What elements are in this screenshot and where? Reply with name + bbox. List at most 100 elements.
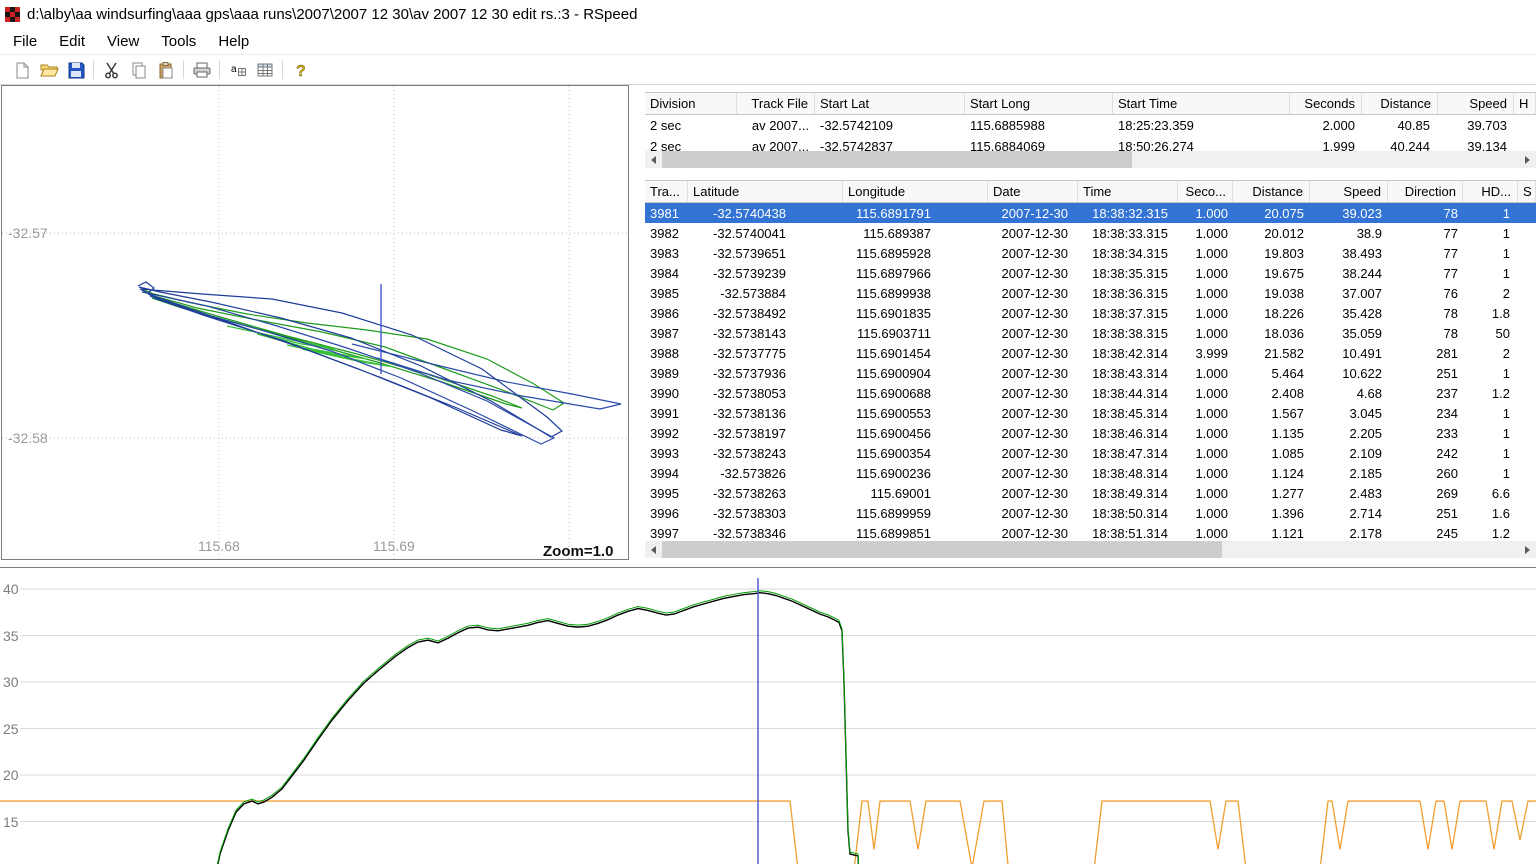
y-tick-label: 35: [3, 628, 19, 644]
table-row[interactable]: 3991-32.5738136115.69005532007-12-3018:3…: [645, 403, 1536, 423]
table-row[interactable]: 3987-32.5738143115.69037112007-12-3018:3…: [645, 323, 1536, 343]
cell: 3988: [645, 346, 688, 361]
column-header[interactable]: Distance: [1362, 93, 1438, 114]
cell: 18:38:49.314: [1078, 486, 1178, 501]
cell: 2.714: [1310, 506, 1388, 521]
track-map[interactable]: [2, 86, 628, 559]
cell: 1.6: [1463, 506, 1518, 521]
cell: 40.244: [1362, 139, 1438, 151]
column-header[interactable]: Seco...: [1178, 181, 1233, 202]
table-row[interactable]: 3997-32.5738346115.68998512007-12-3018:3…: [645, 523, 1536, 542]
cell: 39.023: [1310, 206, 1388, 221]
speed-chart-panel[interactable]: 403530252015: [0, 567, 1536, 864]
menu-bar: FileEditViewToolsHelp: [0, 28, 1536, 54]
copy-button[interactable]: [125, 57, 152, 83]
help-button[interactable]: ?: [287, 57, 314, 83]
cell: 115.6900553: [843, 406, 988, 421]
cell: 3984: [645, 266, 688, 281]
table-row[interactable]: 3984-32.5739239115.68979662007-12-3018:3…: [645, 263, 1536, 283]
table-row[interactable]: 3992-32.5738197115.69004562007-12-3018:3…: [645, 423, 1536, 443]
scrollbar-thumb[interactable]: [662, 151, 1132, 168]
menu-edit[interactable]: Edit: [48, 31, 96, 52]
toolbar: a?: [0, 54, 1536, 85]
table-row[interactable]: 3981-32.5740438115.68917912007-12-3018:3…: [645, 203, 1536, 223]
paste-button[interactable]: [152, 57, 179, 83]
cell: 1.000: [1178, 406, 1233, 421]
scrollbar-thumb[interactable]: [662, 541, 1222, 558]
column-header[interactable]: Speed: [1310, 181, 1388, 202]
menu-view[interactable]: View: [96, 31, 150, 52]
print-button[interactable]: [188, 57, 215, 83]
cell: 1.8: [1463, 306, 1518, 321]
cell: 1.999: [1290, 139, 1362, 151]
cell: 1.000: [1178, 326, 1233, 341]
column-header[interactable]: S: [1518, 181, 1536, 202]
cell: 3985: [645, 286, 688, 301]
points-hscrollbar[interactable]: [645, 541, 1536, 558]
cell: -32.5739239: [688, 266, 843, 281]
cell: 2007-12-30: [988, 326, 1078, 341]
scroll-left-button[interactable]: [645, 151, 662, 168]
table-row[interactable]: 2 secav 2007...-32.5742837115.688406918:…: [645, 136, 1536, 151]
table-row[interactable]: 3983-32.5739651115.68959282007-12-3018:3…: [645, 243, 1536, 263]
table-row[interactable]: 3988-32.5737775115.69014542007-12-3018:3…: [645, 343, 1536, 363]
superscript-a-button[interactable]: a: [224, 57, 251, 83]
column-header[interactable]: Start Time: [1113, 93, 1290, 114]
column-header[interactable]: Seconds: [1290, 93, 1362, 114]
y-tick-label: 40: [3, 581, 19, 597]
cell: 18:38:44.314: [1078, 386, 1178, 401]
scroll-right-button[interactable]: [1519, 151, 1536, 168]
column-header[interactable]: Distance: [1233, 181, 1310, 202]
division-hscrollbar[interactable]: [645, 151, 1536, 168]
table-row[interactable]: 2 secav 2007...-32.5742109115.688598818:…: [645, 115, 1536, 136]
scroll-left-button[interactable]: [645, 541, 662, 558]
menu-file[interactable]: File: [2, 31, 48, 52]
column-header[interactable]: Time: [1078, 181, 1178, 202]
column-header[interactable]: Start Long: [965, 93, 1113, 114]
cell: 1: [1463, 266, 1518, 281]
column-header[interactable]: Speed: [1438, 93, 1514, 114]
table-row[interactable]: 3985-32.573884115.68999382007-12-3018:38…: [645, 283, 1536, 303]
open-file-icon: [39, 61, 59, 79]
table-row[interactable]: 3982-32.5740041115.6893872007-12-3018:38…: [645, 223, 1536, 243]
cell: 1: [1463, 466, 1518, 481]
column-header[interactable]: Direction: [1388, 181, 1463, 202]
column-header[interactable]: Longitude: [843, 181, 988, 202]
table-row[interactable]: 3986-32.5738492115.69018352007-12-3018:3…: [645, 303, 1536, 323]
table-row[interactable]: 3989-32.5737936115.69009042007-12-3018:3…: [645, 363, 1536, 383]
cell: 115.6899851: [843, 526, 988, 541]
speed-chart[interactable]: [0, 569, 1536, 864]
cell: 2.483: [1310, 486, 1388, 501]
cell: 1.000: [1178, 226, 1233, 241]
table-row[interactable]: 3993-32.5738243115.69003542007-12-3018:3…: [645, 443, 1536, 463]
cell: 115.6900354: [843, 446, 988, 461]
column-header[interactable]: Track File: [737, 93, 815, 114]
table-row[interactable]: 3995-32.5738263115.690012007-12-3018:38:…: [645, 483, 1536, 503]
table-row[interactable]: 3996-32.5738303115.68999592007-12-3018:3…: [645, 503, 1536, 523]
column-header[interactable]: Latitude: [688, 181, 843, 202]
track-map-panel[interactable]: -32.57 -32.58 115.68 115.69 Zoom=1.0: [1, 85, 629, 560]
cell: 1.000: [1178, 526, 1233, 541]
cell: 18:38:32.315: [1078, 206, 1178, 221]
menu-help[interactable]: Help: [207, 31, 260, 52]
column-header[interactable]: H: [1514, 93, 1536, 114]
save-button[interactable]: [62, 57, 89, 83]
table-row[interactable]: 3994-32.573826115.69002362007-12-3018:38…: [645, 463, 1536, 483]
cell: 21.582: [1233, 346, 1310, 361]
cell: 18:38:34.315: [1078, 246, 1178, 261]
cell: 1: [1463, 446, 1518, 461]
column-header[interactable]: Tra...: [645, 181, 688, 202]
column-header[interactable]: Start Lat: [815, 93, 965, 114]
scroll-right-button[interactable]: [1519, 541, 1536, 558]
column-header[interactable]: Division: [645, 93, 737, 114]
data-table-button[interactable]: [251, 57, 278, 83]
cell: -32.5737775: [688, 346, 843, 361]
open-file-button[interactable]: [35, 57, 62, 83]
table-row[interactable]: 3990-32.5738053115.69006882007-12-3018:3…: [645, 383, 1536, 403]
column-header[interactable]: HD...: [1463, 181, 1518, 202]
new-file-button[interactable]: [8, 57, 35, 83]
menu-tools[interactable]: Tools: [150, 31, 207, 52]
column-header[interactable]: Date: [988, 181, 1078, 202]
cut-button[interactable]: [98, 57, 125, 83]
cell: 2007-12-30: [988, 466, 1078, 481]
